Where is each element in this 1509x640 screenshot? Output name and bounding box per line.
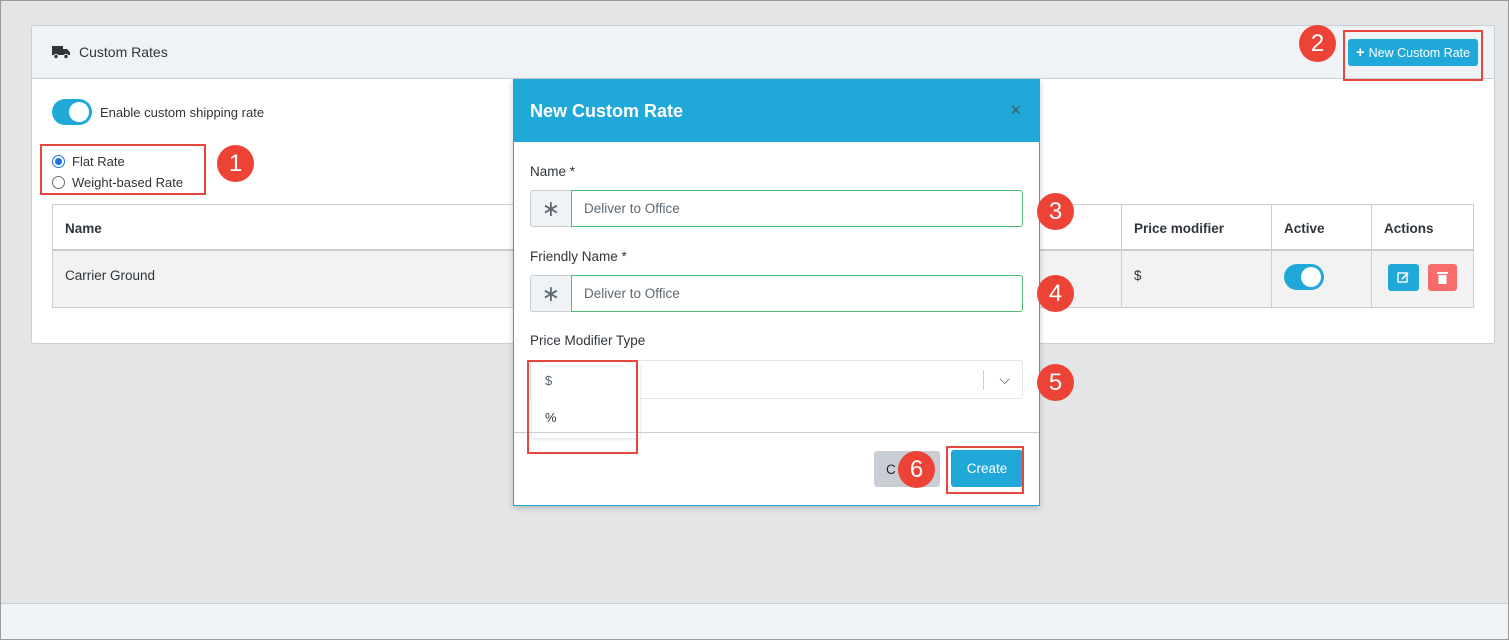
rate-type-radio-group: Flat Rate Weight-based Rate [52,151,183,193]
column-divider [1271,205,1272,249]
chevron-down-icon[interactable]: ⌵ [999,371,1010,388]
column-divider [1121,205,1122,249]
card-header: Custom Rates + New Custom Rate [32,26,1494,79]
friendly-name-input-group: ∗ [530,275,1023,312]
radio-flat-rate-input[interactable] [52,155,65,168]
row-active-toggle[interactable] [1284,264,1324,290]
modal-title: New Custom Rate [530,100,684,121]
annotation-badge-6: 6 [898,451,935,488]
radio-weight-based-rate[interactable]: Weight-based Rate [52,172,183,193]
plus-icon: + [1355,44,1365,61]
modal-footer: C Create [514,432,1039,505]
enable-shipping-row: Enable custom shipping rate [52,99,264,125]
asterisk-icon: ∗ [530,190,571,227]
price-modifier-type-options: $ % [532,362,640,438]
new-custom-rate-label: New Custom Rate [1368,45,1471,60]
radio-weight-based-input[interactable] [52,176,65,189]
trash-icon [1437,272,1448,284]
modal-header: New Custom Rate × [514,80,1039,142]
friendly-name-input[interactable] [571,275,1023,312]
edit-icon [1397,272,1409,283]
asterisk-icon: ∗ [530,275,571,312]
column-divider [1271,251,1272,307]
header-active: Active [1284,221,1325,236]
radio-flat-rate-label: Flat Rate [72,154,125,169]
option-percent[interactable]: % [532,399,640,436]
option-dollar[interactable]: $ [532,362,640,399]
annotation-badge-3: 3 [1037,193,1074,230]
name-input-group: ∗ [530,190,1023,227]
edit-button[interactable] [1388,264,1419,291]
radio-weight-based-label: Weight-based Rate [72,175,184,190]
column-divider [1121,251,1122,307]
enable-shipping-label: Enable custom shipping rate [100,104,265,120]
radio-flat-rate[interactable]: Flat Rate [52,151,183,172]
page-footer [1,603,1508,639]
close-icon[interactable]: × [1010,100,1021,121]
column-divider [1371,251,1372,307]
header-actions: Actions [1384,221,1434,236]
new-custom-rate-modal: New Custom Rate × Name * ∗ Friendly Name… [513,79,1040,506]
enable-shipping-toggle[interactable] [52,99,92,125]
price-modifier-type-label: Price Modifier Type [530,333,646,348]
create-button[interactable]: Create [951,450,1023,487]
new-custom-rate-button[interactable]: + New Custom Rate [1348,39,1478,66]
annotation-badge-1: 1 [217,145,254,182]
annotation-badge-5: 5 [1037,364,1074,401]
name-input[interactable] [571,190,1023,227]
header-name: Name [65,221,102,236]
select-separator [983,370,984,390]
name-label: Name * [530,164,576,179]
friendly-name-label: Friendly Name * [530,249,627,264]
delete-button[interactable] [1428,264,1457,291]
row-price-modifier: $ [1134,268,1142,283]
row-name: Carrier Ground [65,268,156,283]
column-divider [1371,205,1372,249]
header-price-modifier: Price modifier [1134,221,1225,236]
annotation-badge-4: 4 [1037,275,1074,312]
card-title: Custom Rates [79,44,168,60]
truck-icon [52,45,70,59]
annotation-badge-2: 2 [1299,25,1336,62]
